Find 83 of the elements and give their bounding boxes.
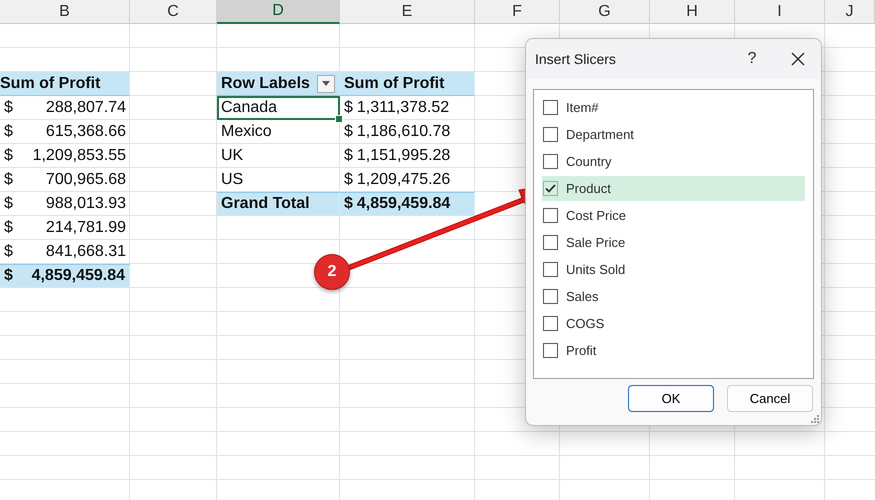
currency-symbol: $ [344, 123, 353, 141]
column-header[interactable]: J [825, 0, 875, 24]
resize-grip-icon[interactable] [810, 414, 820, 424]
currency-symbol: $ [4, 123, 13, 141]
checkbox[interactable] [543, 208, 558, 223]
checkbox[interactable] [543, 127, 558, 142]
field-item[interactable]: Department [542, 122, 805, 147]
checkbox[interactable] [543, 262, 558, 277]
grand-total-cell: Grand Total [217, 192, 340, 216]
column-header[interactable]: C [130, 0, 217, 24]
checkbox[interactable] [543, 181, 558, 196]
table-cell[interactable]: Canada [217, 96, 340, 120]
amount-text: 288,807.74 [46, 99, 126, 117]
caret-icon [322, 81, 330, 86]
currency-symbol: $ [344, 147, 353, 165]
amount-text: 988,013.93 [46, 195, 126, 213]
checkmark-icon [545, 184, 556, 193]
currency-symbol: $ [4, 147, 13, 165]
column-header[interactable]: I [735, 0, 825, 24]
fill-handle[interactable] [335, 115, 343, 123]
currency-symbol: $ [4, 99, 13, 117]
field-label: COGS [566, 316, 604, 331]
help-button[interactable]: ? [729, 39, 775, 79]
field-item[interactable]: Units Sold [542, 257, 805, 282]
currency-symbol: $ [344, 195, 353, 213]
field-label: Cost Price [566, 208, 626, 223]
field-item[interactable]: Country [542, 149, 805, 174]
field-item[interactable]: Sales [542, 284, 805, 309]
amount-text: 615,368.66 [46, 123, 126, 141]
table-cell[interactable]: US [217, 168, 340, 192]
close-icon [791, 52, 805, 66]
amount-text: 1,209,853.55 [32, 147, 126, 165]
field-item[interactable]: Profit [542, 338, 805, 363]
checkbox[interactable] [543, 343, 558, 358]
currency-symbol: $ [344, 171, 353, 189]
dialog-title: Insert Slicers [535, 51, 617, 67]
amount-text: 1,209,475.26 [356, 171, 450, 189]
pivot-header-cell: Sum of Profit [0, 72, 130, 96]
column-header[interactable]: D [217, 0, 340, 24]
field-label: Country [566, 154, 612, 169]
field-label: Sale Price [566, 235, 626, 250]
checkbox[interactable] [543, 289, 558, 304]
amount-text: 841,668.31 [46, 243, 126, 261]
column-header[interactable]: F [475, 0, 560, 24]
table-cell[interactable]: Mexico [217, 120, 340, 144]
column-header[interactable]: E [340, 0, 475, 24]
currency-symbol: $ [4, 171, 13, 189]
column-header[interactable]: H [650, 0, 735, 24]
field-item[interactable]: Item# [542, 95, 805, 120]
column-header[interactable]: B [0, 0, 130, 24]
amount-text: 700,965.68 [46, 171, 126, 189]
checkbox[interactable] [543, 154, 558, 169]
field-label: Product [566, 181, 611, 196]
amount-text: 214,781.99 [46, 219, 126, 237]
ok-button[interactable]: OK [628, 385, 714, 412]
field-item[interactable]: Product [542, 176, 805, 201]
field-item[interactable]: Sale Price [542, 230, 805, 255]
row-labels-header: Row Labels [221, 74, 310, 92]
checkbox[interactable] [543, 235, 558, 250]
cancel-button[interactable]: Cancel [727, 385, 813, 412]
amount-text: 4,859,459.84 [32, 267, 125, 285]
field-item[interactable]: COGS [542, 311, 805, 336]
amount-text: 4,859,459.84 [356, 195, 450, 213]
currency-symbol: $ [344, 99, 353, 117]
amount-text: 1,186,610.78 [356, 123, 450, 141]
field-item[interactable]: Cost Price [542, 203, 805, 228]
filter-dropdown-button[interactable] [317, 74, 335, 92]
field-label: Profit [566, 343, 596, 358]
currency-symbol: $ [4, 267, 13, 285]
amount-text: 1,311,378.52 [356, 99, 450, 117]
currency-symbol: $ [4, 243, 13, 261]
amount-text: 1,151,995.28 [356, 147, 450, 165]
currency-symbol: $ [4, 195, 13, 213]
checkbox[interactable] [543, 100, 558, 115]
field-label: Sales [566, 289, 599, 304]
pivot-header-cell: Sum of Profit [340, 72, 475, 96]
field-label: Department [566, 127, 634, 142]
currency-symbol: $ [4, 219, 13, 237]
field-label: Item# [566, 100, 599, 115]
field-label: Units Sold [566, 262, 626, 277]
column-header[interactable]: G [560, 0, 650, 24]
table-cell[interactable]: UK [217, 144, 340, 168]
checkbox[interactable] [543, 316, 558, 331]
